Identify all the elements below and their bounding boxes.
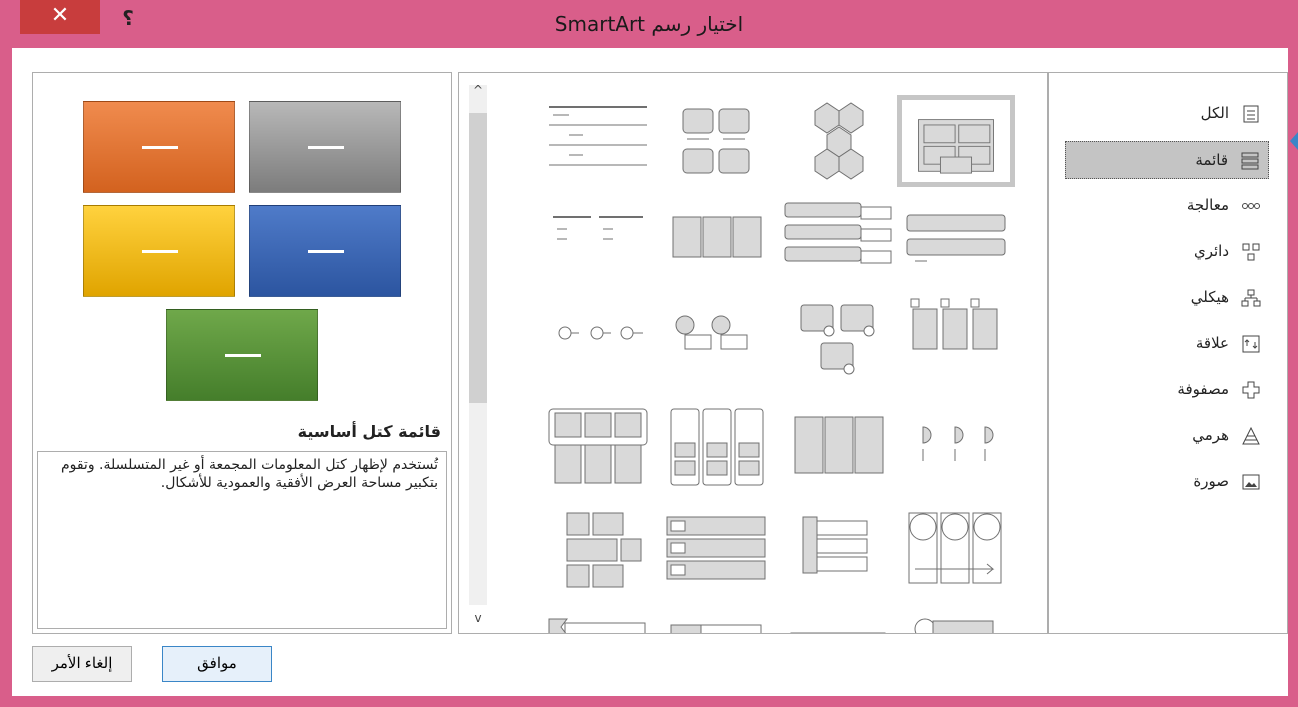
category-label: قائمة: [1195, 151, 1228, 169]
layout-thumbnail[interactable]: [779, 195, 897, 287]
all-icon: [1241, 104, 1261, 124]
preview-block-blue: [249, 205, 401, 297]
layout-thumbnail[interactable]: [539, 403, 657, 495]
category-item[interactable]: هرمي: [1065, 417, 1269, 455]
layout-thumbnail[interactable]: [539, 599, 657, 633]
preview-description: تُستخدم لإظهار كتل المعلومات المجمعة أو …: [37, 451, 447, 629]
layout-thumbnail[interactable]: [539, 195, 657, 287]
matrix-icon: [1241, 380, 1261, 400]
dialog-body: قائمة كتل أساسية تُستخدم لإظهار كتل المع…: [12, 48, 1288, 696]
category-item[interactable]: علاقة: [1065, 325, 1269, 363]
gallery-scrollbar[interactable]: ^ v: [459, 73, 497, 633]
relationship-icon: [1241, 334, 1261, 354]
category-label: هرمي: [1192, 426, 1229, 444]
preview-layout-name: قائمة كتل أساسية: [297, 422, 441, 441]
preview-block-gray: [249, 101, 401, 193]
layout-thumbnail[interactable]: [897, 195, 1015, 287]
layout-gallery: ^ v: [458, 72, 1048, 634]
layout-thumbnail[interactable]: [657, 599, 775, 633]
layout-thumbnail[interactable]: [657, 503, 775, 595]
preview-block-green: [166, 309, 318, 401]
layout-thumbnail[interactable]: [657, 403, 775, 495]
category-item[interactable]: مصفوفة: [1065, 371, 1269, 409]
layout-thumbnail[interactable]: [539, 95, 657, 187]
category-label: هيكلي: [1190, 288, 1229, 306]
layout-thumbnail[interactable]: [779, 503, 897, 595]
picture-icon: [1241, 472, 1261, 492]
category-item[interactable]: صورة: [1065, 463, 1269, 501]
hierarchy-icon: [1241, 288, 1261, 308]
category-label: دائري: [1193, 242, 1229, 260]
scroll-down-icon[interactable]: v: [469, 609, 487, 627]
category-label: معالجة: [1186, 196, 1229, 214]
selection-pointer-icon: [1290, 132, 1298, 150]
title-bar: ✕ ؟ اختيار رسم SmartArt: [0, 0, 1298, 48]
pyramid-icon: [1241, 426, 1261, 446]
cycle-icon: [1241, 242, 1261, 262]
category-label: علاقة: [1195, 334, 1229, 352]
layout-thumbnail[interactable]: [539, 503, 657, 595]
preview-block-orange: [83, 101, 235, 193]
category-item[interactable]: معالجة: [1065, 187, 1269, 225]
ok-button[interactable]: موافق: [162, 646, 272, 682]
category-label: الكل: [1200, 104, 1229, 122]
layout-thumbnail[interactable]: [779, 295, 897, 387]
category-item[interactable]: دائري: [1065, 233, 1269, 271]
layout-thumbnail[interactable]: [897, 503, 1015, 595]
layout-thumbnail[interactable]: [657, 95, 775, 187]
scroll-up-icon[interactable]: ^: [469, 81, 487, 99]
smartart-dialog: ✕ ؟ اختيار رسم SmartArt قائمة كتل أساسية…: [0, 0, 1298, 707]
preview-pane: قائمة كتل أساسية تُستخدم لإظهار كتل المع…: [32, 72, 452, 634]
layout-thumbnail[interactable]: [657, 295, 775, 387]
category-label: مصفوفة: [1177, 380, 1229, 398]
layout-thumbnail[interactable]: [779, 95, 897, 187]
category-item[interactable]: هيكلي: [1065, 279, 1269, 317]
category-label: صورة: [1193, 472, 1229, 490]
layout-thumbnail[interactable]: [897, 95, 1015, 187]
layout-thumbnail[interactable]: [657, 195, 775, 287]
category-item[interactable]: الكل: [1065, 95, 1269, 133]
layout-thumbnail[interactable]: [897, 599, 1015, 633]
layout-thumbnail[interactable]: [779, 403, 897, 495]
list-icon: [1240, 151, 1260, 171]
layout-thumbnail[interactable]: [897, 295, 1015, 387]
cancel-button[interactable]: إلغاء الأمر: [32, 646, 132, 682]
process-icon: [1241, 196, 1261, 216]
category-list: الكل قائمة معالجة دائري هيكلي علاقة مصفوفة هرمي…: [1048, 72, 1288, 634]
scrollbar-thumb[interactable]: [469, 113, 487, 403]
layout-thumbnail[interactable]: [897, 403, 1015, 495]
preview-block-yellow: [83, 205, 235, 297]
layout-thumbnail[interactable]: [779, 599, 897, 633]
category-item[interactable]: قائمة: [1065, 141, 1269, 179]
dialog-title: اختيار رسم SmartArt: [554, 12, 744, 36]
layout-thumbnail[interactable]: [539, 295, 657, 387]
